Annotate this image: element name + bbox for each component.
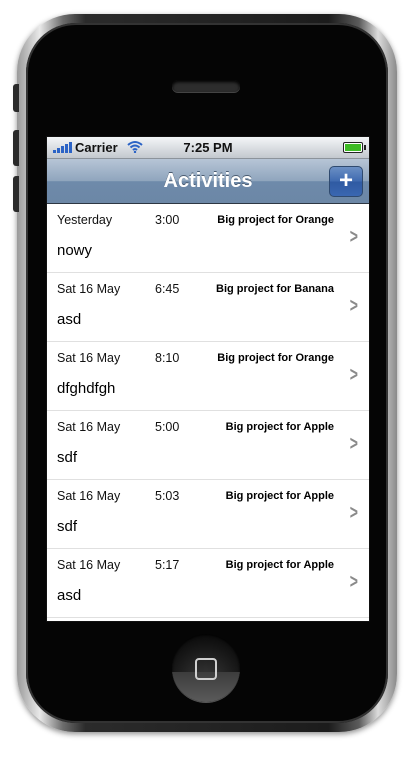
list-item[interactable]: Sat 16 May 8:10 Big project for Orange d… bbox=[47, 342, 369, 411]
activity-project: Big project for Banana bbox=[216, 283, 334, 295]
activity-date: Sat 16 May bbox=[57, 420, 121, 434]
status-bar: Carrier 7:25 PM bbox=[47, 137, 369, 159]
chevron-right-icon: > bbox=[350, 364, 359, 386]
list-item[interactable]: Yesterday 3:00 Big project for Orange no… bbox=[47, 204, 369, 273]
volume-up-button bbox=[13, 130, 19, 166]
activity-duration: 3:00 bbox=[155, 213, 180, 227]
list-item[interactable]: Sat 16 May 5:00 Big project for Apple sd… bbox=[47, 411, 369, 480]
activity-name: sdf bbox=[57, 518, 78, 535]
activity-duration: 8:10 bbox=[155, 351, 180, 365]
activity-list: Yesterday 3:00 Big project for Orange no… bbox=[47, 204, 369, 618]
battery-level bbox=[345, 144, 361, 151]
chevron-right-icon: > bbox=[350, 502, 359, 524]
activity-duration: 5:00 bbox=[155, 420, 180, 434]
chevron-right-icon: > bbox=[350, 571, 359, 593]
activity-project: Big project for Orange bbox=[217, 214, 334, 226]
chevron-right-icon: > bbox=[350, 226, 359, 248]
activity-date: Sat 16 May bbox=[57, 558, 121, 572]
clock: 7:25 PM bbox=[183, 140, 233, 155]
activity-project: Big project for Apple bbox=[225, 421, 334, 433]
list-item[interactable]: Sat 16 May 5:03 Big project for Apple sd… bbox=[47, 480, 369, 549]
navigation-bar: Activities + bbox=[47, 159, 369, 204]
home-square-icon bbox=[195, 658, 217, 680]
list-item[interactable]: Sat 16 May 5:17 Big project for Apple as… bbox=[47, 549, 369, 618]
mute-switch bbox=[13, 84, 19, 112]
activity-date: Sat 16 May bbox=[57, 489, 121, 503]
home-button[interactable] bbox=[172, 634, 240, 702]
activity-name: sdf bbox=[57, 449, 78, 466]
add-activity-button[interactable]: + bbox=[329, 166, 363, 197]
activity-date: Yesterday bbox=[57, 213, 113, 227]
activity-name: dfghdfgh bbox=[57, 380, 116, 397]
activity-duration: 6:45 bbox=[155, 282, 180, 296]
activity-date: Sat 16 May bbox=[57, 351, 121, 365]
volume-down-button bbox=[13, 176, 19, 212]
activity-project: Big project for Orange bbox=[217, 352, 334, 364]
page-title: Activities bbox=[163, 170, 253, 192]
activity-duration: 5:03 bbox=[155, 489, 180, 503]
chevron-right-icon: > bbox=[350, 433, 359, 455]
activity-name: nowy bbox=[57, 242, 93, 259]
app-screen: Carrier 7:25 PM Activities + Yesterday 3… bbox=[46, 136, 370, 622]
list-item[interactable]: Sat 16 May 6:45 Big project for Banana a… bbox=[47, 273, 369, 342]
battery-icon bbox=[343, 142, 366, 153]
chevron-right-icon: > bbox=[350, 295, 359, 317]
activity-project: Big project for Apple bbox=[225, 559, 334, 571]
activity-duration: 5:17 bbox=[155, 558, 180, 572]
activity-date: Sat 16 May bbox=[57, 282, 121, 296]
activity-name: asd bbox=[57, 587, 82, 604]
earpiece-speaker bbox=[172, 80, 240, 92]
activity-project: Big project for Apple bbox=[225, 490, 334, 502]
activity-name: asd bbox=[57, 311, 82, 328]
